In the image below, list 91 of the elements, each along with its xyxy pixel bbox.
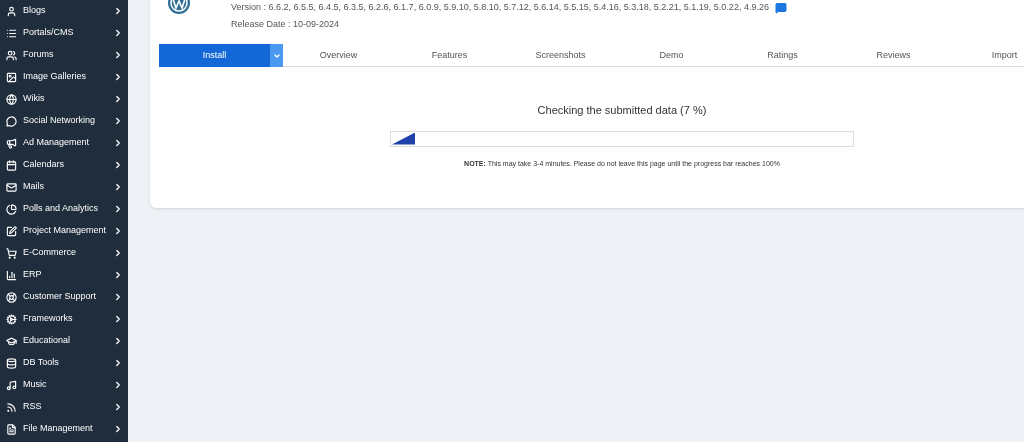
progress-title: Checking the submitted data (7 %) [537,103,707,118]
sidebar-item[interactable]: Social Networking [0,110,128,132]
sidebar-label: Calendars [23,158,66,172]
version-text: Version : 6.6.2, 6.5.5, 6.4.5, 6.3.5, 6.2.6, 6.1.7, 6.0.9, 5.9.10, 5.8.10, 5.7.12, 5.6.14, 5.5.15, 5.4.16, 5.3.18, 5.2.21, 5.1.19, 5.0.22, 4.9.26 [231,1,769,14]
tab[interactable]: Ratings [727,44,838,67]
sidebar-item[interactable]: Forums [0,44,128,66]
sidebar-label: DB Tools [23,356,60,370]
sidebar-item[interactable]: Project Management [0,220,128,242]
chevron-icon [113,138,123,148]
chevron-icon [113,402,123,412]
bar-chart-icon [6,269,17,281]
graduation-cap-icon [6,335,17,347]
chevron-icon [113,248,123,258]
chevron-icon [113,314,123,324]
chevron-icon [113,72,123,82]
chevron-icon [113,204,123,214]
sidebar-label: RSS [23,400,43,414]
chevron-icon [113,182,123,192]
database-icon [6,357,17,369]
chevron-icon [113,160,123,170]
chevron-icon [113,336,123,346]
file-icon [6,423,17,435]
chevron-icon [113,292,123,302]
user-icon [6,5,17,17]
rss-icon [6,401,17,413]
sidebar-item[interactable]: ERP [0,264,128,286]
calendar-icon [6,159,17,171]
lifebuoy-icon [6,291,17,303]
sidebar-label: Wikis [23,92,46,106]
tab[interactable]: Reviews [838,44,949,67]
chevron-icon [113,226,123,236]
sidebar-item[interactable]: E-Commerce [0,242,128,264]
music-icon [6,379,17,391]
sidebar-item[interactable]: Wikis [0,88,128,110]
chevron-icon [113,116,123,126]
tab[interactable]: Screenshots [505,44,616,67]
sidebar-label: Polls and Analytics [23,202,100,216]
cart-icon [6,247,17,259]
chevron-icon [113,50,123,60]
tab[interactable]: Overview [283,44,394,67]
chevron-icon [113,424,123,434]
sidebar-label: Music [23,378,48,392]
sidebar-label: ERP [23,268,43,282]
sidebar-label: Frameworks [23,312,74,326]
sidebar-item[interactable]: Mails [0,176,128,198]
sidebar-item[interactable]: Calendars [0,154,128,176]
sidebar-item[interactable]: Frameworks [0,308,128,330]
sidebar-label: E-Commerce [23,246,77,260]
chat-icon [6,115,17,127]
chevron-icon [113,6,123,16]
tab[interactable]: Import [949,44,1024,67]
sidebar-item[interactable]: Music [0,374,128,396]
edit-icon [6,225,17,237]
comment-icon[interactable] [774,1,787,14]
chevron-icon [113,358,123,368]
sidebar-label: File Management [23,422,94,436]
install-button[interactable]: Install [159,44,270,67]
chevron-icon [113,28,123,38]
megaphone-icon [6,137,17,149]
list-icon [6,27,17,39]
sidebar-label: Image Galleries [23,70,88,84]
mail-icon [6,181,17,193]
sidebar-item[interactable]: Polls and Analytics [0,198,128,220]
chevron-icon [113,380,123,390]
sidebar-label: Customer Support [23,290,98,304]
sidebar-item[interactable]: Educational [0,330,128,352]
sidebar-label: Blogs [23,4,47,18]
sidebar-label: Portals/CMS [23,26,75,40]
sidebar-label: Mails [23,180,45,194]
image-icon [6,71,17,83]
chevron-icon [113,94,123,104]
sidebar-item[interactable]: Image Galleries [0,66,128,88]
sidebar-item[interactable]: Blogs [0,0,128,22]
pie-chart-icon [6,203,17,215]
sidebar-label: Ad Management [23,136,91,150]
tab[interactable]: Demo [616,44,727,67]
sidebar-label: Social Networking [23,114,97,128]
sidebar-item[interactable]: File Management [0,418,128,440]
globe-icon [6,93,17,105]
sidebar-label: Forums [23,48,55,62]
sidebar-item[interactable]: DB Tools [0,352,128,374]
sidebar-item[interactable]: Ad Management [0,132,128,154]
sidebar-item[interactable]: RSS [0,396,128,418]
sidebar-item[interactable]: Portals/CMS [0,22,128,44]
chevron-icon [113,270,123,280]
sidebar-label: Educational [23,334,72,348]
sidebar-item[interactable]: Customer Support [0,286,128,308]
release-date: Release Date : 10-09-2024 [231,17,341,31]
sidebar-label: Project Management [23,224,107,238]
tab[interactable]: Features [394,44,505,67]
users-icon [6,49,17,61]
